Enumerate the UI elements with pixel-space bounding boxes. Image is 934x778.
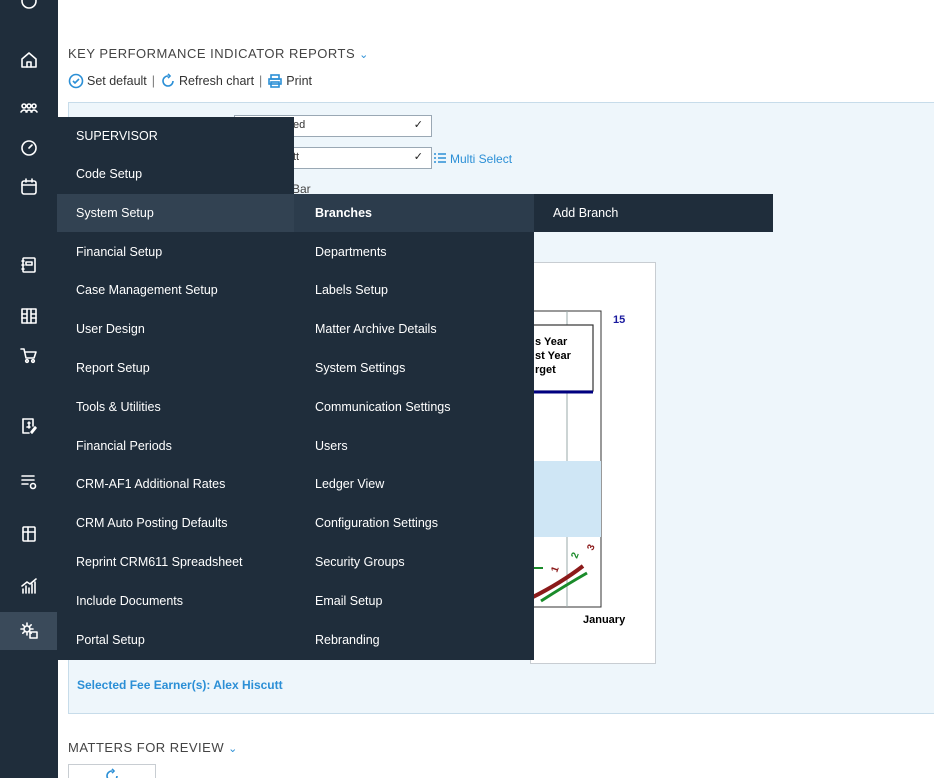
selected-fee-earner-text: Selected Fee Earner(s): Alex Hiscutt <box>77 678 283 692</box>
columns-icon[interactable] <box>0 297 58 335</box>
users-icon[interactable] <box>0 90 58 128</box>
menu-item-matter-archive-details[interactable]: Matter Archive Details <box>294 310 534 348</box>
menu-item-portal-setup[interactable]: Portal Setup <box>57 621 294 659</box>
top-partial-icon[interactable] <box>0 0 58 20</box>
menu-item-branches[interactable]: Branches <box>294 194 534 232</box>
menu-item-case-management-setup[interactable]: Case Management Setup <box>57 271 294 309</box>
chevron-down-icon[interactable]: ⌄ <box>228 743 238 755</box>
gear-icon[interactable] <box>0 612 58 650</box>
multi-select-label: Multi Select <box>450 152 513 166</box>
menu-item-financial-setup[interactable]: Financial Setup <box>57 233 294 271</box>
print-button[interactable]: Print <box>267 73 312 89</box>
y-axis-top-label: 15 <box>613 314 625 326</box>
refresh-icon <box>106 768 118 778</box>
dashboard-icon[interactable] <box>0 129 58 167</box>
menu-item-crm-auto-posting-defaults[interactable]: CRM Auto Posting Defaults <box>57 504 294 542</box>
toolbar-separator: | <box>151 74 156 88</box>
menu-item-financial-periods[interactable]: Financial Periods <box>57 427 294 465</box>
matters-for-review-title[interactable]: MATTERS FOR REVIEW ⌄ <box>68 740 238 755</box>
toolbar-separator: | <box>259 74 263 88</box>
kpi-title-text: KEY PERFORMANCE INDICATOR REPORTS <box>68 46 356 61</box>
multi-select-button[interactable]: Multi Select <box>432 151 512 167</box>
chevron-down-icon: ✓ <box>413 151 423 163</box>
check-circle-icon <box>68 73 84 89</box>
system-setup-submenu: Branches Departments Labels Setup Matter… <box>294 194 534 660</box>
menu-item-ledger-view[interactable]: Ledger View <box>294 465 534 503</box>
printer-icon <box>268 74 283 88</box>
menu-item-crm-af1-additional-rates[interactable]: CRM-AF1 Additional Rates <box>57 465 294 503</box>
documents-icon[interactable] <box>0 515 58 553</box>
menu-item-code-setup[interactable]: Code Setup <box>57 155 294 193</box>
kpi-toolbar: Set default | Refresh chart | Print <box>68 72 312 90</box>
kpi-chart-frame: s Year st Year rget 15 1 2 3 January <box>530 262 656 664</box>
menu-item-email-setup[interactable]: Email Setup <box>294 582 534 620</box>
menu-item-users[interactable]: Users <box>294 427 534 465</box>
cart-icon[interactable] <box>0 336 58 374</box>
matters-refresh-button[interactable] <box>68 764 156 778</box>
menu-item-departments[interactable]: Departments <box>294 233 534 271</box>
chart-icon[interactable] <box>0 567 58 605</box>
legend-item-1: st Year <box>535 350 572 362</box>
refresh-icon <box>162 73 174 87</box>
menu-item-rebranding[interactable]: Rebranding <box>294 621 534 659</box>
menu-item-include-documents[interactable]: Include Documents <box>57 582 294 620</box>
set-default-button[interactable]: Set default <box>68 73 147 89</box>
legend-item-0: s Year <box>535 336 568 348</box>
menu-item-system-settings[interactable]: System Settings <box>294 349 534 387</box>
home-icon[interactable] <box>0 41 58 79</box>
refresh-chart-button[interactable]: Refresh chart <box>160 73 254 89</box>
settings-list-icon[interactable] <box>0 462 58 500</box>
menu-item-report-setup[interactable]: Report Setup <box>57 349 294 387</box>
chevron-down-icon[interactable]: ⌄ <box>359 49 369 61</box>
menu-item-security-groups[interactable]: Security Groups <box>294 543 534 581</box>
matters-for-review-text: MATTERS FOR REVIEW <box>68 740 225 755</box>
list-icon <box>434 153 446 163</box>
supervisor-menu: SUPERVISOR Code Setup System Setup Finan… <box>57 117 294 660</box>
menu-item-user-design[interactable]: User Design <box>57 310 294 348</box>
calendar-icon[interactable] <box>0 168 58 206</box>
x-axis-label: January <box>583 614 626 626</box>
menu-item-communication-settings[interactable]: Communication Settings <box>294 388 534 426</box>
menu-item-configuration-settings[interactable]: Configuration Settings <box>294 504 534 542</box>
period-select-value: ed <box>293 119 306 131</box>
branches-submenu: Add Branch <box>534 194 773 232</box>
kpi-chart: s Year st Year rget 15 1 2 3 January <box>530 310 626 626</box>
chevron-down-icon: ✓ <box>413 119 423 131</box>
kpi-reports-title[interactable]: KEY PERFORMANCE INDICATOR REPORTS ⌄ <box>68 46 369 61</box>
menu-item-tools-utilities[interactable]: Tools & Utilities <box>57 388 294 426</box>
menu-item-add-branch[interactable]: Add Branch <box>534 194 773 232</box>
notebook-icon[interactable] <box>0 246 58 284</box>
menu-item-labels-setup[interactable]: Labels Setup <box>294 271 534 309</box>
invoice-icon[interactable] <box>0 407 58 445</box>
left-nav-rail <box>0 0 58 778</box>
chart-target-band <box>531 461 601 537</box>
refresh-chart-label: Refresh chart <box>179 74 255 88</box>
menu-item-system-setup[interactable]: System Setup <box>57 194 294 232</box>
print-label: Print <box>286 74 312 88</box>
set-default-label: Set default <box>87 74 147 88</box>
legend-item-2: rget <box>535 364 556 376</box>
menu-item-reprint-crm611-spreadsheet[interactable]: Reprint CRM611 Spreadsheet <box>57 543 294 581</box>
menu-header-supervisor: SUPERVISOR <box>76 129 158 143</box>
